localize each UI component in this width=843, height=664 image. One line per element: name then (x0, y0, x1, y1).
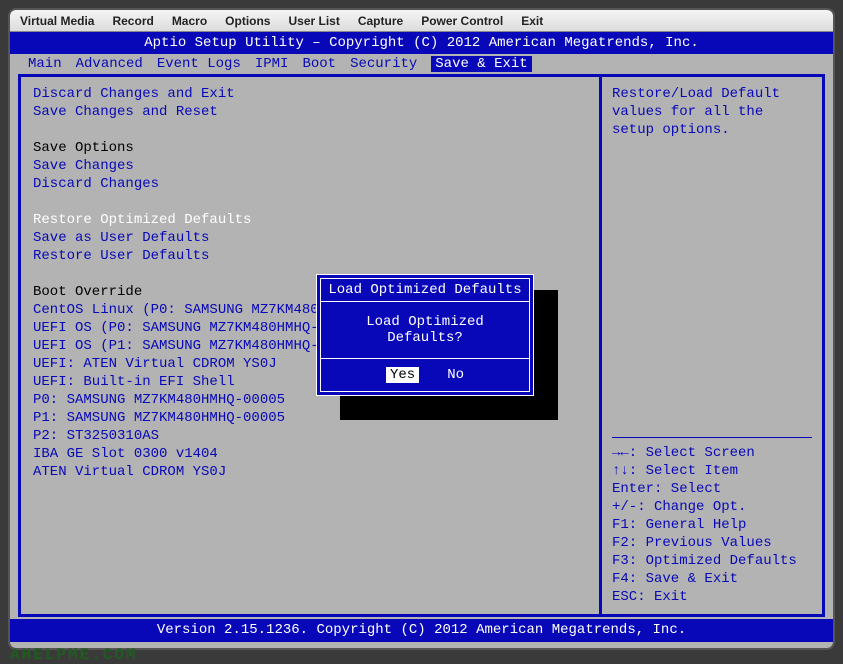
help-divider (612, 437, 812, 438)
bios-tab-bar: Main Advanced Event Logs IPMI Boot Secur… (10, 54, 833, 74)
menu-exit[interactable]: Exit (521, 14, 543, 28)
menu-item-selected[interactable]: Restore Optimized Defaults (33, 211, 587, 229)
yes-button[interactable]: Yes (386, 367, 419, 383)
menu-item[interactable]: Discard Changes (33, 175, 587, 193)
blank-line (33, 193, 587, 211)
menu-power-control[interactable]: Power Control (421, 14, 503, 28)
dialog-message: Load Optimized Defaults? (321, 302, 529, 359)
help-key-line: +/-: Change Opt. (612, 498, 812, 516)
menu-virtual-media[interactable]: Virtual Media (20, 14, 94, 28)
tab-ipmi[interactable]: IPMI (255, 56, 289, 72)
help-key-line: F2: Previous Values (612, 534, 812, 552)
menu-item[interactable]: Save Changes and Reset (33, 103, 587, 121)
menu-item[interactable]: ATEN Virtual CDROM YS0J (33, 463, 587, 481)
help-key-line: ↑↓: Select Item (612, 462, 812, 480)
menu-item[interactable]: P2: ST3250310AS (33, 427, 587, 445)
menu-macro[interactable]: Macro (172, 14, 207, 28)
tab-save-exit[interactable]: Save & Exit (431, 56, 531, 72)
menu-options[interactable]: Options (225, 14, 270, 28)
tab-main[interactable]: Main (28, 56, 62, 72)
menu-item[interactable]: Restore User Defaults (33, 247, 587, 265)
confirm-dialog: Load Optimized Defaults Load Optimized D… (316, 274, 534, 396)
menu-item[interactable]: IBA GE Slot 0300 v1404 (33, 445, 587, 463)
help-key-line: F3: Optimized Defaults (612, 552, 812, 570)
help-text: Restore/Load Default values for all the … (612, 85, 812, 139)
app-menubar: Virtual Media Record Macro Options User … (10, 10, 833, 32)
help-keys: →←: Select Screen↑↓: Select ItemEnter: S… (612, 444, 812, 606)
tab-boot[interactable]: Boot (302, 56, 336, 72)
bios-footer: Version 2.15.1236. Copyright (C) 2012 Am… (10, 619, 833, 642)
dialog-title: Load Optimized Defaults (321, 279, 529, 302)
help-key-line: F4: Save & Exit (612, 570, 812, 588)
tab-event-logs[interactable]: Event Logs (157, 56, 241, 72)
help-key-line: →←: Select Screen (612, 444, 812, 462)
tab-security[interactable]: Security (350, 56, 417, 72)
menu-item[interactable]: Save as User Defaults (33, 229, 587, 247)
blank-line (33, 121, 587, 139)
no-button[interactable]: No (447, 367, 464, 383)
help-key-line: ESC: Exit (612, 588, 812, 606)
menu-user-list[interactable]: User List (288, 14, 339, 28)
help-key-line: F1: General Help (612, 516, 812, 534)
bios-title: Aptio Setup Utility – Copyright (C) 2012… (10, 32, 833, 54)
section-header: Save Options (33, 139, 587, 157)
menu-record[interactable]: Record (112, 14, 153, 28)
right-pane: Restore/Load Default values for all the … (602, 77, 822, 614)
menu-item[interactable]: Save Changes (33, 157, 587, 175)
menu-capture[interactable]: Capture (358, 14, 403, 28)
help-key-line: Enter: Select (612, 480, 812, 498)
menu-item[interactable]: Discard Changes and Exit (33, 85, 587, 103)
watermark: AHELPME.COM (10, 646, 138, 664)
tab-advanced[interactable]: Advanced (76, 56, 143, 72)
